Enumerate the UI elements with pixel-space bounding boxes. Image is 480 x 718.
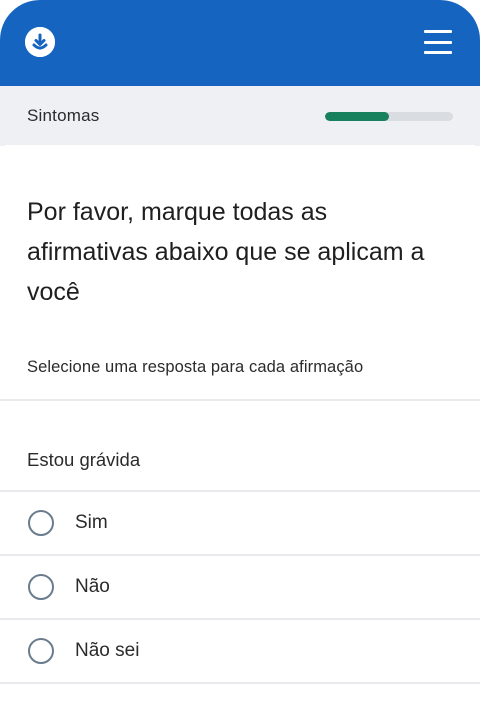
option-nao[interactable]: Não bbox=[0, 556, 480, 618]
option-sim[interactable]: Sim bbox=[0, 492, 480, 554]
menu-line bbox=[424, 40, 452, 44]
hamburger-menu-icon[interactable] bbox=[424, 30, 452, 54]
download-circle-icon[interactable] bbox=[25, 27, 55, 57]
top-bar bbox=[0, 0, 480, 86]
option-label: Não bbox=[75, 576, 110, 597]
option-label: Sim bbox=[75, 512, 108, 533]
statement-label: Estou grávida bbox=[27, 449, 141, 470]
question-title: Por favor, marque todas as afirmativas a… bbox=[27, 198, 425, 306]
divider bbox=[0, 682, 480, 684]
app-screen: Sintomas Por favor, marque todas as afir… bbox=[0, 0, 480, 718]
section-label: Sintomas bbox=[27, 106, 100, 125]
radio-button[interactable] bbox=[28, 510, 54, 536]
radio-button[interactable] bbox=[28, 638, 54, 664]
menu-line bbox=[424, 30, 452, 33]
menu-line bbox=[424, 51, 452, 54]
option-nao-sei[interactable]: Não sei bbox=[0, 620, 480, 682]
radio-button[interactable] bbox=[28, 574, 54, 600]
question-hint: Selecione uma resposta para cada afirmaç… bbox=[27, 358, 364, 376]
progress-bar bbox=[325, 111, 453, 121]
progress-bar-fill bbox=[325, 111, 389, 121]
progress-header: Sintomas bbox=[0, 86, 480, 146]
question-card: Por favor, marque todas as afirmativas a… bbox=[0, 145, 480, 684]
option-label: Não sei bbox=[75, 640, 140, 661]
